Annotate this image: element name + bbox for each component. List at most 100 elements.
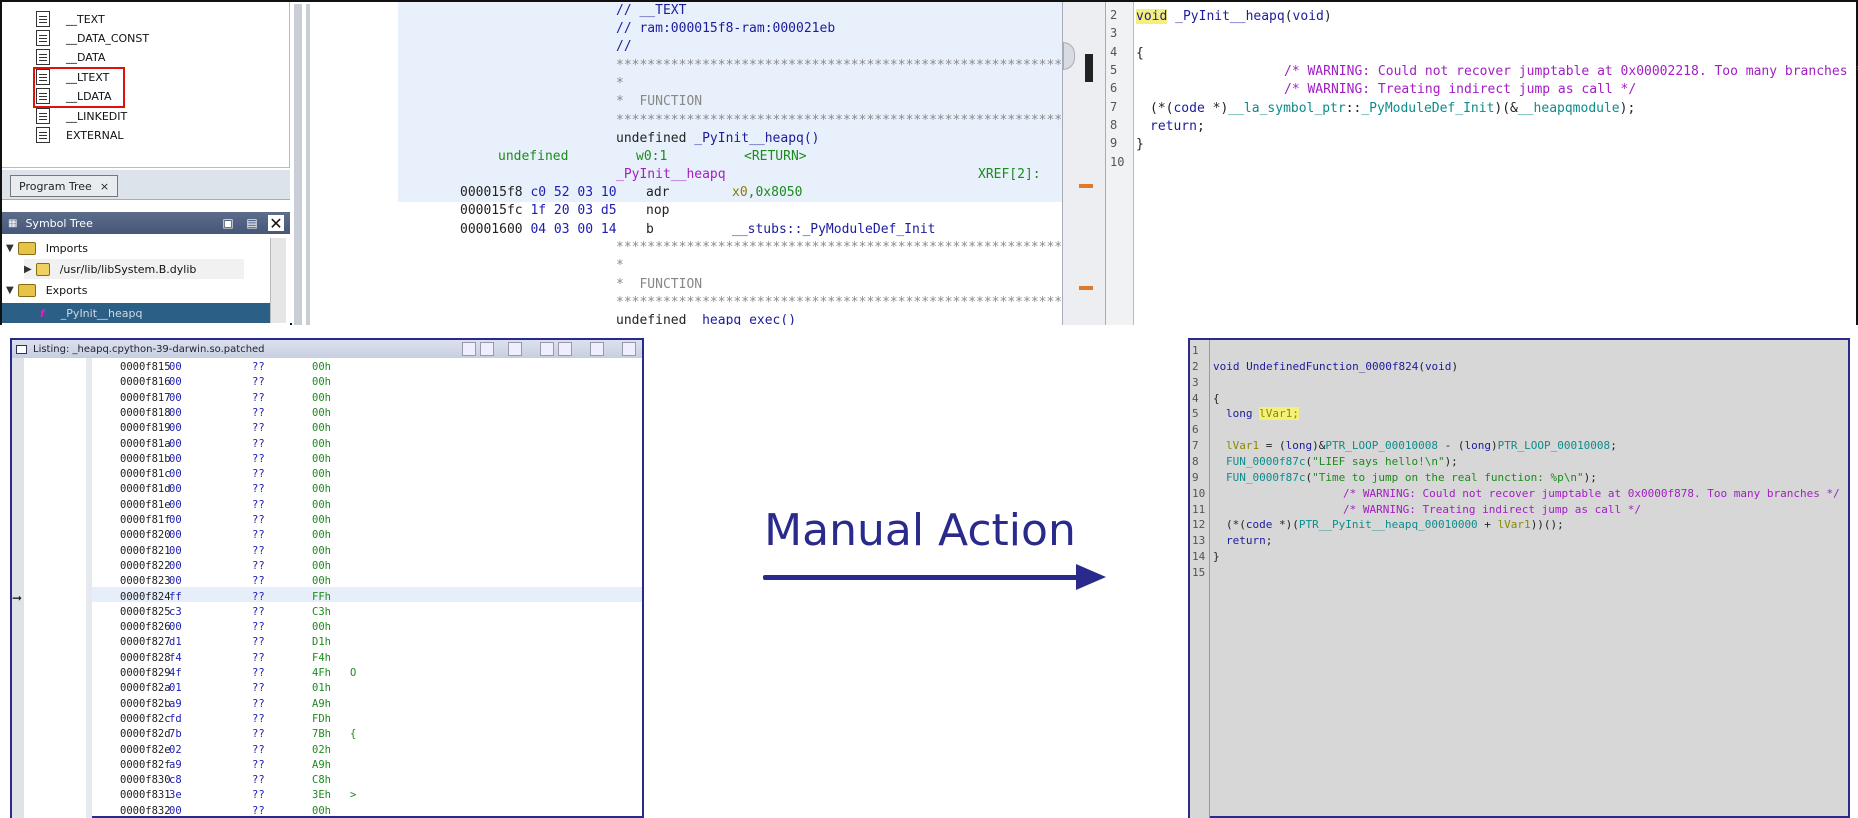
table-row[interactable]: 0000f831 3e?? 3Eh >: [92, 789, 642, 804]
symbol-tree-imports[interactable]: ▼ Imports: [6, 238, 88, 258]
table-row[interactable]: 0000f829 4f?? 4Fh O: [92, 667, 642, 682]
listing-cell-b: 00: [169, 529, 182, 542]
decompiler-line[interactable]: (*(code *)__la_symbol_ptr::_PyModuleDef_…: [1150, 100, 1635, 118]
cursor-arrow-icon: ➞: [12, 591, 23, 605]
table-row[interactable]: 0000f81d 00?? 00h: [92, 483, 642, 498]
decompiler-line[interactable]: FUN_0000f87c("Time to jump on the real f…: [1226, 471, 1597, 484]
table-row[interactable]: 0000f82a 01?? 01h: [92, 682, 642, 697]
flow-icon[interactable]: [540, 342, 554, 356]
table-row[interactable]: 0000f82e 02?? 02h: [92, 744, 642, 759]
decompiler-line[interactable]: lVar1 = (long)&PTR_LOOP_00010008 - (long…: [1226, 439, 1617, 452]
graph-icon[interactable]: [558, 342, 572, 356]
table-row[interactable]: 0000f819 00?? 00h: [92, 422, 642, 437]
table-row[interactable]: 0000f817 00?? 00h: [92, 392, 642, 407]
line-number: 10: [1110, 155, 1125, 169]
paste-icon[interactable]: [480, 342, 494, 356]
table-row[interactable]: 0000f81c 00?? 00h: [92, 468, 642, 483]
listing-cell-addr: 0000f82c: [120, 712, 171, 725]
listing-signature[interactable]: undefined _heapq_exec(): [616, 312, 796, 325]
cursor-icon[interactable]: [508, 342, 522, 356]
listing-cell-v: 01h: [312, 682, 331, 695]
program-tree-item[interactable]: EXTERNAL: [36, 126, 124, 144]
table-row[interactable]: 0000f81e 00?? 00h: [92, 499, 642, 514]
program-tree-item[interactable]: __DATA: [36, 48, 105, 66]
table-row[interactable]: 0000f81a 00?? 00h: [92, 438, 642, 453]
table-row[interactable]: 0000f827 d1?? D1h: [92, 636, 642, 651]
chevron-down-icon[interactable]: ▼: [6, 285, 14, 296]
arrow-head-icon: [1076, 564, 1106, 590]
symbol-tree-exports[interactable]: ▼ Exports: [6, 280, 87, 300]
table-row[interactable]: 0000f81b 00?? 00h: [92, 453, 642, 468]
listing-operands[interactable]: __stubs::_PyModuleDef_Init: [732, 221, 936, 239]
copy-icon[interactable]: [462, 342, 476, 356]
scroll-thumb[interactable]: [1063, 42, 1075, 70]
table-row[interactable]: 0000f82d 7b?? 7Bh {: [92, 728, 642, 743]
layout-icon[interactable]: [622, 342, 636, 356]
close-icon[interactable]: ✕: [268, 214, 284, 233]
listing-row[interactable]: 000015f8 c0 52 03 10: [460, 184, 617, 202]
table-row[interactable]: 0000f822 00?? 00h: [92, 560, 642, 575]
line-number: 4: [1192, 391, 1199, 405]
decompiler-line[interactable]: long lVar1;: [1226, 407, 1299, 421]
symbol-tree-export-fn[interactable]: f _PyInit__heapq: [40, 303, 142, 323]
listing-return-reg: w0:1: [636, 149, 668, 164]
listing-scrollbar[interactable]: [1062, 2, 1106, 325]
table-row[interactable]: 0000f82b a9?? A9h: [92, 698, 642, 713]
table-row[interactable]: 0000f81f 00?? 00h: [92, 514, 642, 529]
listing-cell-q: ??: [252, 406, 265, 419]
listing-function-label[interactable]: _PyInit__heapq: [616, 166, 726, 184]
decompiler-line: {: [1213, 391, 1220, 405]
decompiler-line[interactable]: (*(code *)(PTR__PyInit__heapq_00010000 +…: [1226, 518, 1564, 531]
listing-row[interactable]: 00001600 04 03 00 14: [460, 221, 617, 239]
table-row[interactable]: 0000f825 c3?? C3h: [92, 606, 642, 621]
table-row[interactable]: 0000f830 c8?? C8h: [92, 774, 642, 789]
listing-cell-b: 00: [169, 498, 182, 511]
listing-cell-v: F4h: [312, 651, 331, 664]
listing-cell-v: A9h: [312, 697, 331, 710]
table-row[interactable]: 0000f826 00?? 00h: [92, 621, 642, 636]
listing-cell-q: ??: [252, 468, 265, 481]
listing-cell-b: 7b: [169, 728, 182, 741]
table-row[interactable]: 0000f82f a9?? A9h: [92, 759, 642, 774]
snapshot-icon[interactable]: [590, 342, 604, 356]
listing-cell-addr: 0000f832: [120, 804, 171, 817]
overview-marker: [1079, 184, 1093, 188]
symbol-tree-scrollbar[interactable]: [270, 238, 286, 323]
listing-cell-v: 00h: [312, 361, 331, 373]
export-icon[interactable]: ▤: [244, 215, 260, 231]
decompiler-warning: /* WARNING: Could not recover jumptable …: [1343, 486, 1840, 500]
tab-program-tree[interactable]: Program Tree ×: [10, 175, 119, 197]
listing-xref[interactable]: XREF[2]:: [978, 166, 1041, 184]
close-icon[interactable]: ×: [100, 180, 109, 193]
decompiler-line[interactable]: void _PyInit__heapq(void): [1136, 8, 1332, 26]
table-row[interactable]: 0000f823 00?? 00h: [92, 575, 642, 590]
decompiler-line[interactable]: void UndefinedFunction_0000f824(void): [1213, 360, 1458, 373]
import-icon[interactable]: ▣: [220, 215, 236, 231]
table-row[interactable]: 0000f828 f4?? F4h: [92, 652, 642, 667]
table-row[interactable]: 0000f818 00?? 00h: [92, 407, 642, 422]
listing-cell-b: 00: [169, 575, 182, 588]
listing-separator: ****************************************…: [616, 295, 1062, 310]
listing-cell-addr: 0000f82d: [120, 728, 171, 741]
table-row[interactable]: 0000f832 00?? 00h: [92, 805, 642, 818]
table-row[interactable]: 0000f820 00?? 00h: [92, 529, 642, 544]
table-row[interactable]: 0000f816 00?? 00h: [92, 376, 642, 391]
symbol-tree-import-lib[interactable]: ▶ /usr/lib/libSystem.B.dylib: [24, 259, 244, 279]
listing-cell-addr: 0000f831: [120, 789, 171, 802]
program-tree-item[interactable]: __LINKEDIT: [36, 107, 127, 125]
table-row[interactable]: 0000f815 00?? 00h: [92, 361, 642, 376]
listing-row[interactable]: 000015fc 1f 20 03 d5: [460, 202, 617, 220]
table-row[interactable]: 0000f821 00?? 00h: [92, 545, 642, 560]
table-row[interactable]: 0000f82c fd?? FDh: [92, 713, 642, 728]
listing-cell-v: 00h: [312, 544, 331, 557]
chevron-right-icon[interactable]: ▶: [24, 264, 32, 275]
program-tree-item[interactable]: __DATA_CONST: [36, 29, 149, 47]
listing-signature[interactable]: undefined _PyInit__heapq(): [616, 130, 820, 148]
decompiler-line[interactable]: FUN_0000f87c("LIEF says hello!\n");: [1226, 455, 1458, 468]
line-number: 8: [1110, 118, 1118, 132]
chevron-down-icon[interactable]: ▼: [6, 243, 14, 254]
listing-cell-c: O: [350, 667, 357, 679]
table-row[interactable]: 0000f824 ff?? FFh: [92, 591, 642, 606]
listing-cell-q: ??: [252, 452, 265, 465]
program-tree-item[interactable]: __TEXT: [36, 10, 105, 28]
